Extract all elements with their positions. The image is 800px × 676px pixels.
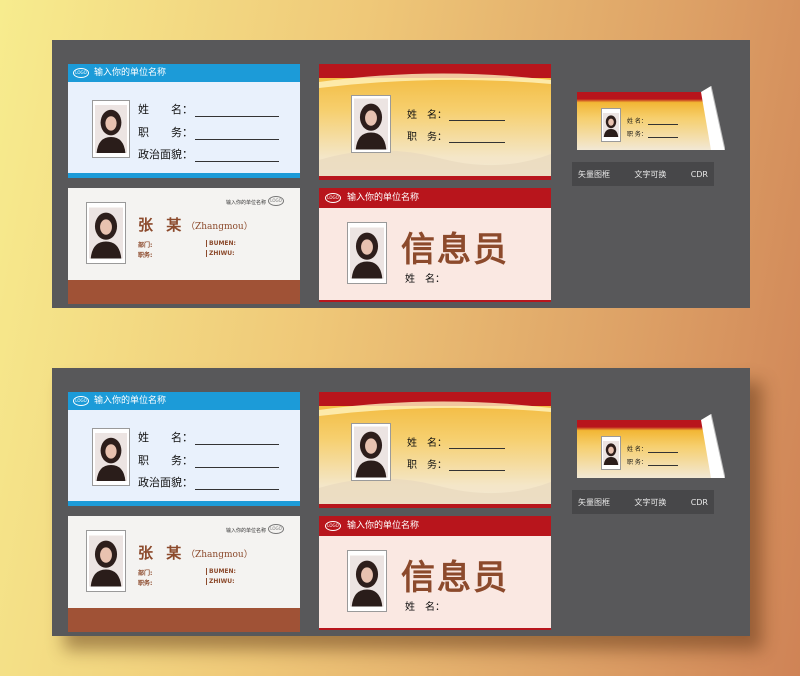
- label-cdr: CDR: [690, 169, 708, 179]
- name-field: 姓 名：: [405, 602, 445, 613]
- card-header: LOGO 输入你的单位名称: [319, 188, 551, 208]
- tent-side: [701, 86, 725, 150]
- badge-card-blue: LOGO 输入你的单位名称 姓 名： 职 务： 政治面貌：: [68, 64, 300, 178]
- name-field: 姓 名：: [138, 429, 279, 445]
- job-label: 职务:: [138, 580, 153, 587]
- feature-labels: 矢量图框 文字可换 CDR: [572, 162, 714, 186]
- position-field: 职 务：: [407, 456, 505, 471]
- politics-field: 政治面貌：: [138, 474, 279, 490]
- name-field: 姓 名：: [138, 101, 279, 117]
- dept-en-label: BUMEN:: [206, 568, 236, 575]
- portrait-photo: [92, 428, 130, 486]
- role-title: 信息员: [401, 558, 509, 598]
- name-field: 姓 名：: [405, 274, 445, 285]
- role-title: 信息员: [401, 230, 509, 270]
- badge-card-gold: 姓 名： 职 务：: [319, 392, 551, 508]
- badge-card-red: LOGO 输入你的单位名称 信息员 姓 名：: [319, 516, 551, 630]
- org-name: 输入你的单位名称: [347, 193, 420, 203]
- politics-field: 政治面貌：: [138, 146, 279, 162]
- table-tent-card: 姓 名： 职 务：: [577, 414, 727, 484]
- label-text-editable: 文字可换: [634, 169, 667, 179]
- badge-card-blue: LOGO 输入你的单位名称 姓 名： 职 务： 政治面貌：: [68, 392, 300, 506]
- position-field: 职 务：: [138, 452, 279, 468]
- logo-mark: LOGO: [73, 396, 89, 406]
- name-field: 姓 名：: [407, 434, 505, 449]
- card-bottom-band: [319, 176, 551, 180]
- tent-front: 姓 名： 职 务：: [577, 420, 711, 478]
- dept-label: 部门:: [138, 570, 153, 577]
- label-vector: 矢量图框: [578, 169, 610, 179]
- label-cdr: CDR: [690, 497, 708, 507]
- position-field: 职 务：: [138, 124, 279, 140]
- org-name: 输入你的单位名称: [225, 200, 266, 206]
- tent-front: 姓 名： 职 务：: [577, 92, 711, 150]
- person-name: 张 某: [138, 544, 186, 562]
- logo-mark: LOGO: [325, 521, 341, 531]
- name-field: 姓 名：: [627, 116, 678, 125]
- org-name: 输入你的单位名称: [347, 521, 420, 531]
- logo-mark: LOGO: [268, 524, 284, 534]
- tent-side: [701, 414, 725, 478]
- card-header: LOGO 输入你的单位名称: [319, 516, 551, 536]
- portrait-photo: [86, 202, 126, 264]
- name-field: 姓 名：: [407, 106, 505, 121]
- person-name: 张 某: [138, 216, 186, 234]
- feature-labels: 矢量图框 文字可换 CDR: [572, 490, 714, 514]
- portrait-photo: [347, 222, 387, 284]
- org-name: 输入你的单位名称: [94, 68, 167, 78]
- org-name: 输入你的单位名称: [225, 528, 266, 534]
- badge-card-white: 输入你的单位名称 LOGO 张 某 （Zhangmou） 部门: 职务: BUM…: [68, 188, 300, 304]
- card-footer-band: [68, 608, 300, 632]
- portrait-photo: [347, 550, 387, 612]
- job-en-label: ZHIWU:: [206, 250, 235, 257]
- dept-label: 部门:: [138, 242, 153, 249]
- portrait-photo: [86, 530, 126, 592]
- portrait-photo: [601, 108, 621, 142]
- job-label: 职务:: [138, 252, 153, 259]
- position-field: 职 务：: [627, 129, 678, 138]
- logo-mark: LOGO: [73, 68, 89, 78]
- label-text-editable: 文字可换: [634, 497, 667, 507]
- logo-mark: LOGO: [325, 193, 341, 203]
- card-footer-band: [68, 280, 300, 304]
- label-vector: 矢量图框: [578, 497, 610, 507]
- position-field: 职 务：: [407, 128, 505, 143]
- table-tent-card: 姓 名： 职 务：: [577, 86, 727, 156]
- mockup-panel-2: LOGO 输入你的单位名称 姓 名： 职 务： 政治面貌： 输入你的单位名称 L…: [52, 368, 750, 636]
- position-field: 职 务：: [627, 457, 678, 466]
- org-name: 输入你的单位名称: [94, 396, 167, 406]
- mockup-panel-1: LOGO 输入你的单位名称 姓 名： 职 务： 政治面貌： 输入你的单位名称 L…: [52, 40, 750, 308]
- badge-card-white: 输入你的单位名称 LOGO 张 某 （Zhangmou） 部门: 职务: BUM…: [68, 516, 300, 632]
- portrait-photo: [601, 436, 621, 470]
- person-pinyin: （Zhangmou）: [186, 222, 253, 232]
- badge-card-gold: 姓 名： 职 务：: [319, 64, 551, 180]
- portrait-photo: [351, 423, 391, 481]
- portrait-photo: [351, 95, 391, 153]
- logo-mark: LOGO: [268, 196, 284, 206]
- card-header: LOGO 输入你的单位名称: [68, 64, 300, 82]
- card-header: LOGO 输入你的单位名称: [68, 392, 300, 410]
- badge-card-red: LOGO 输入你的单位名称 信息员 姓 名：: [319, 188, 551, 302]
- dept-en-label: BUMEN:: [206, 240, 236, 247]
- card-bottom-band: [319, 504, 551, 508]
- portrait-photo: [92, 100, 130, 158]
- name-field: 姓 名：: [627, 444, 678, 453]
- job-en-label: ZHIWU:: [206, 578, 235, 585]
- person-pinyin: （Zhangmou）: [186, 550, 253, 560]
